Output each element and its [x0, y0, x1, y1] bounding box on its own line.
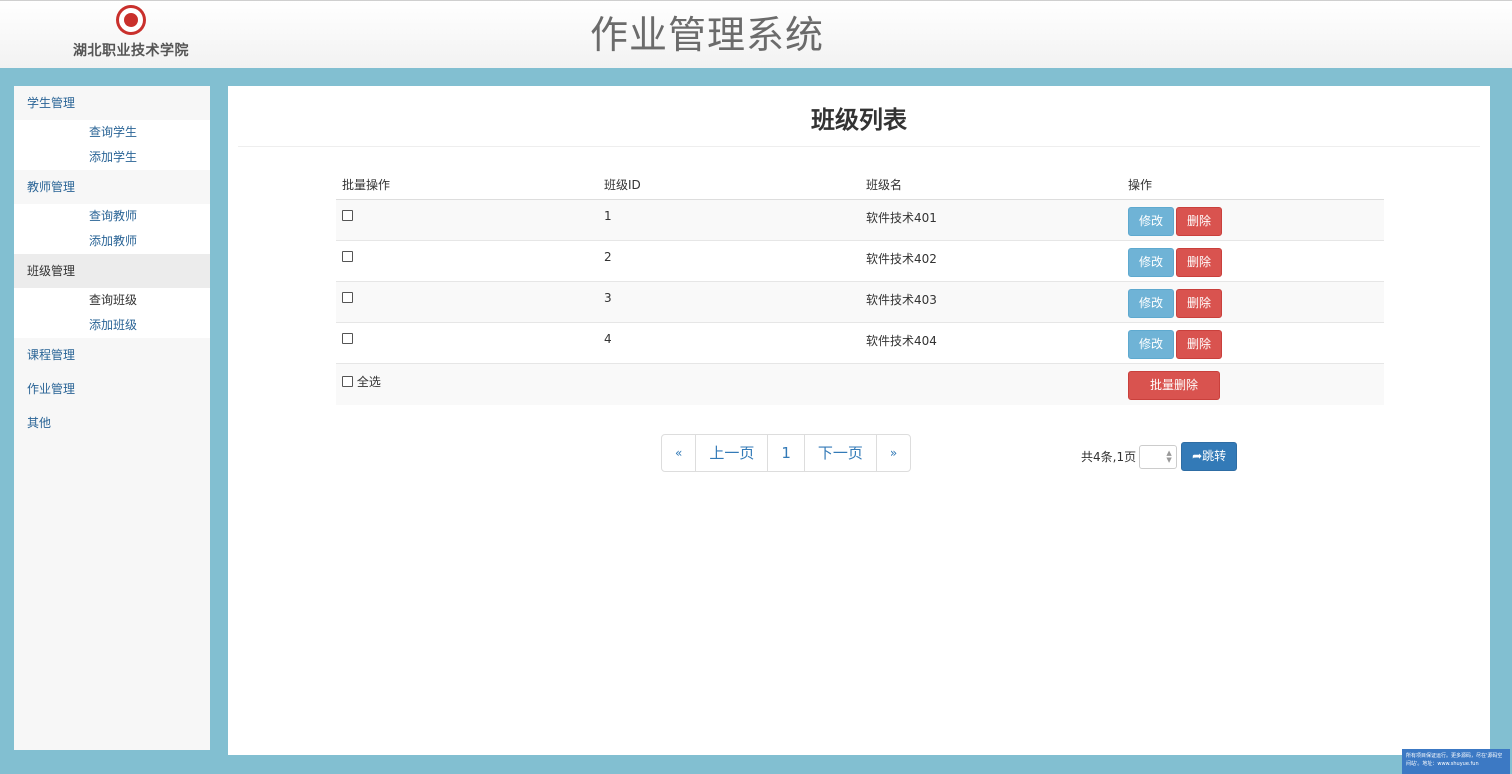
- school-name: 湖北职业技术学院: [73, 43, 189, 59]
- row-checkbox[interactable]: [342, 333, 353, 344]
- share-arrow-icon: ➦: [1192, 449, 1203, 463]
- table-row: 1 软件技术401 修改 删除: [336, 199, 1384, 241]
- column-header: 批量操作: [336, 166, 598, 200]
- table-row: 3 软件技术403 修改 删除: [336, 281, 1384, 323]
- header: 湖北职业技术学院 作业管理系统: [0, 0, 1512, 68]
- page-number-button[interactable]: 1: [767, 435, 804, 471]
- delete-button[interactable]: 删除: [1176, 330, 1223, 359]
- pagination: « 上一页 1 下一页 »: [661, 434, 912, 472]
- corner-badge: 所有项目保证运行。更多源码，尽在'源码空间站'。地址：www.shuyue.fu…: [1402, 749, 1510, 774]
- class-name-cell: 软件技术401: [860, 199, 1122, 241]
- row-checkbox[interactable]: [342, 292, 353, 303]
- table-row: 4 软件技术404 修改 删除: [336, 322, 1384, 364]
- sidebar-group-homework[interactable]: 作业管理: [14, 372, 210, 406]
- class-name-cell: 软件技术404: [860, 322, 1122, 364]
- class-table: 批量操作 班级ID 班级名 操作 1 软件技术401 修改 删除 2 软件技术40…: [336, 166, 1384, 405]
- sidebar-group-students: 学生管理 查询学生 添加学生: [14, 86, 210, 170]
- sidebar-group-title[interactable]: 学生管理: [14, 86, 210, 120]
- select-all-label[interactable]: 全选: [357, 375, 381, 389]
- sidebar-group-classes: 班级管理 查询班级 添加班级: [14, 254, 210, 338]
- sidebar-group-title[interactable]: 教师管理: [14, 170, 210, 204]
- class-id-cell: 3: [598, 281, 860, 323]
- school-logo-icon: [116, 5, 146, 35]
- sidebar-group-other[interactable]: 其他: [14, 406, 210, 440]
- table-row: 2 软件技术402 修改 删除: [336, 240, 1384, 282]
- delete-button[interactable]: 删除: [1176, 207, 1223, 236]
- record-summary: 共4条,1页: [1081, 450, 1137, 464]
- class-id-cell: 2: [598, 240, 860, 282]
- page-number-input[interactable]: ▲ ▼: [1139, 444, 1178, 469]
- class-name-cell: 软件技术403: [860, 281, 1122, 323]
- row-checkbox[interactable]: [342, 251, 353, 262]
- sidebar-item-add-student[interactable]: 添加学生: [14, 145, 210, 170]
- sidebar-group-title[interactable]: 班级管理: [14, 254, 210, 288]
- edit-button[interactable]: 修改: [1128, 330, 1175, 359]
- stepper-icon[interactable]: ▲ ▼: [1165, 449, 1173, 464]
- sidebar-item-add-class[interactable]: 添加班级: [14, 313, 210, 338]
- column-header: 班级名: [860, 166, 1122, 200]
- row-checkbox[interactable]: [342, 210, 353, 221]
- sidebar: 学生管理 查询学生 添加学生 教师管理 查询教师 添加教师 班级管理 查询班级 …: [14, 86, 210, 750]
- page-title: 班级列表: [811, 106, 907, 134]
- column-header: 班级ID: [598, 166, 860, 200]
- sidebar-group-courses[interactable]: 课程管理: [14, 338, 210, 372]
- main-panel: 班级列表 批量操作 班级ID 班级名 操作 1 软件技术401 修改 删除 2 软…: [228, 86, 1490, 755]
- sidebar-item-add-teacher[interactable]: 添加教师: [14, 229, 210, 254]
- column-header: 操作: [1122, 166, 1384, 200]
- delete-button[interactable]: 删除: [1176, 289, 1223, 318]
- sidebar-item-query-classes[interactable]: 查询班级: [14, 288, 210, 313]
- divider: [238, 146, 1480, 147]
- class-id-cell: 1: [598, 199, 860, 241]
- last-page-button[interactable]: »: [875, 435, 910, 471]
- table-footer-row: 全选 批量删除: [336, 363, 1384, 405]
- school-brand: 湖北职业技术学院: [60, 5, 202, 60]
- sidebar-item-query-teachers[interactable]: 查询教师: [14, 204, 210, 229]
- page-jump: 共4条,1页 ▲ ▼ ➦跳转: [1081, 442, 1238, 471]
- edit-button[interactable]: 修改: [1128, 289, 1175, 318]
- select-all-checkbox[interactable]: [342, 376, 353, 387]
- next-page-button[interactable]: 下一页: [803, 435, 876, 471]
- class-id-cell: 4: [598, 322, 860, 364]
- table-header-row: 批量操作 班级ID 班级名 操作: [336, 166, 1384, 200]
- class-name-cell: 软件技术402: [860, 240, 1122, 282]
- sidebar-item-query-students[interactable]: 查询学生: [14, 120, 210, 145]
- system-title: 作业管理系统: [590, 13, 825, 57]
- jump-button[interactable]: ➦跳转: [1181, 442, 1238, 471]
- first-page-button[interactable]: «: [662, 435, 695, 471]
- sidebar-group-teachers: 教师管理 查询教师 添加教师: [14, 170, 210, 254]
- prev-page-button[interactable]: 上一页: [695, 435, 767, 471]
- batch-delete-button[interactable]: 批量删除: [1128, 371, 1220, 400]
- delete-button[interactable]: 删除: [1176, 248, 1223, 277]
- edit-button[interactable]: 修改: [1128, 248, 1175, 277]
- edit-button[interactable]: 修改: [1128, 207, 1175, 236]
- jump-button-label: 跳转: [1202, 449, 1227, 463]
